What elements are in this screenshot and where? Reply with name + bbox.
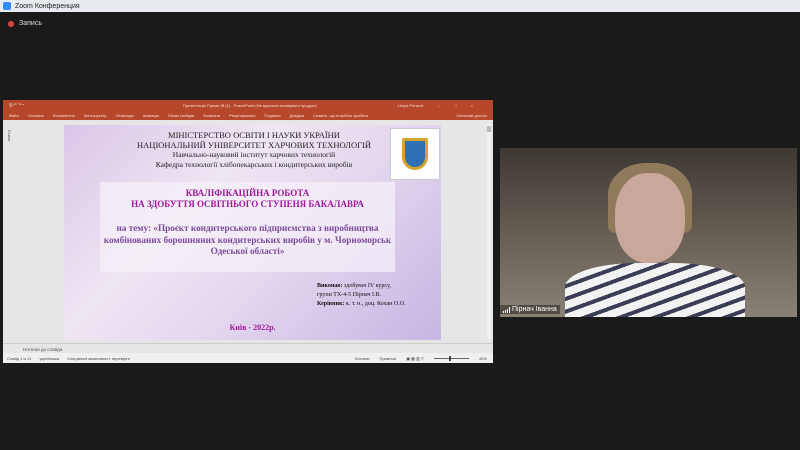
participant-shirt [565, 263, 745, 317]
exec-label: Виконав: [317, 283, 343, 289]
recording-label: Запись [19, 20, 42, 27]
zoom-slider[interactable] [433, 355, 469, 361]
record-icon [8, 20, 14, 27]
comments-button[interactable]: Примітки [379, 356, 396, 361]
group: групи ТХ-4-5 Пірнач І.В. [317, 292, 381, 298]
title-box: КВАЛІФІКАЦІЙНА РОБОТА НА ЗДОБУТТЯ ОСВІТНЬ… [100, 182, 395, 272]
tab-design[interactable]: Конструктор [84, 113, 107, 118]
thumbnails-label[interactable]: Ескізи [7, 130, 12, 141]
participant-face [615, 173, 685, 263]
sup-label: Керівник: [317, 301, 345, 307]
shared-screen-powerpoint: 🖫 ↶ ↷ ▾ Презентація Пірнач ІВ (1) - Powe… [3, 100, 493, 363]
ppt-user[interactable]: Lesya Pirnach [398, 103, 423, 108]
ribbon-tabs: Файл Основне Вставлення Конструктор Пере… [3, 110, 493, 120]
university-line: НАЦІОНАЛЬНИЙ УНІВЕРСИТЕТ ХАРЧОВИХ ТЕХНОЛ… [137, 140, 371, 150]
tell-me-box[interactable]: Скажіть, що потрібно зробити [313, 113, 368, 118]
window-title: Zoom Конференция [15, 2, 80, 10]
tab-slideshow[interactable]: Показ слайдів [168, 113, 194, 118]
ppt-title: Презентація Пірнач ІВ (1) - PowerPoint (… [183, 102, 317, 108]
work-type-line2: НА ЗДОБУТТЯ ОСВІТНЬОГО СТУПЕНЯ БАКАЛАВРА [131, 199, 364, 209]
window-titlebar: Zoom Конференция [0, 0, 800, 12]
accessibility[interactable]: Спеціальні можливості: перевірте [67, 356, 130, 361]
tab-insert[interactable]: Вставлення [53, 113, 75, 118]
notes-pane[interactable]: Нотатки до слайда [3, 343, 493, 353]
author-block: Виконав: здобувач IV курсу, групи ТХ-4-5… [317, 282, 405, 309]
ministry-line: МІНІСТЕРСТВО ОСВІТИ І НАУКИ УКРАЇНИ [168, 130, 340, 140]
zoom-level[interactable]: 45% [479, 356, 487, 361]
work-type-line1: КВАЛІФІКАЦІЙНА РОБОТА [185, 188, 310, 198]
slide-header: МІНІСТЕРСТВО ОСВІТИ І НАУКИ УКРАЇНИ НАЦІ… [114, 130, 394, 170]
participant-video[interactable] [500, 148, 797, 317]
slide: МІНІСТЕРСТВО ОСВІТИ І НАУКИ УКРАЇНИ НАЦІ… [64, 125, 441, 340]
participant-name-tag: Пірнач Іванна [500, 305, 560, 314]
ppt-titlebar: 🖫 ↶ ↷ ▾ Презентація Пірнач ІВ (1) - Powe… [3, 100, 493, 110]
tab-help[interactable]: Довідка [290, 113, 304, 118]
tab-view[interactable]: Подання [264, 113, 280, 118]
zoom-logo-icon [3, 2, 11, 10]
tab-home[interactable]: Основне [28, 113, 44, 118]
university-crest-icon [390, 128, 440, 180]
sup-value: к. т. н., доц. Кохан О.О. [344, 301, 406, 307]
window-controls[interactable]: ▫–□× [423, 103, 487, 108]
city-year: Київ - 2022р. [229, 323, 276, 332]
institute-line: Навчально-науковий інститут харчових тех… [172, 150, 336, 159]
signal-bars-icon [503, 306, 510, 313]
tab-transitions[interactable]: Переходи [116, 113, 134, 118]
recording-indicator[interactable]: Запись [8, 20, 42, 27]
share-button[interactable]: Спільний доступ [456, 113, 487, 118]
department-line: Кафедра технології хлібопекарських і кон… [155, 160, 353, 169]
work-type: КВАЛІФІКАЦІЙНА РОБОТА НА ЗДОБУТТЯ ОСВІТНЬ… [100, 188, 395, 210]
quick-access-icons[interactable]: 🖫 ↶ ↷ ▾ [9, 102, 24, 109]
tab-file[interactable]: Файл [9, 113, 19, 118]
tab-record[interactable]: Записати [203, 113, 220, 118]
tab-review[interactable]: Рецензування [229, 113, 255, 118]
view-buttons[interactable]: ▣ ▦ ▥ ▽ [406, 356, 424, 361]
notes-button[interactable]: Нотатки [355, 356, 370, 361]
topic: на тему: «Проєкт кондитерського підприєм… [103, 223, 392, 256]
tab-animations[interactable]: Анімація [143, 113, 159, 118]
vertical-scrollbar[interactable] [487, 124, 491, 339]
participant-name: Пірнач Іванна [512, 306, 557, 313]
exec-value: здобувач IV курсу, [342, 283, 391, 289]
status-bar: Слайд 1 із 11 українська Спеціальні можл… [3, 353, 493, 363]
language[interactable]: українська [39, 356, 59, 361]
slide-counter: Слайд 1 із 11 [7, 355, 32, 361]
slide-area: Ескізи МІНІСТЕРСТВО ОСВІТИ І НАУКИ УКРАЇ… [3, 120, 493, 343]
